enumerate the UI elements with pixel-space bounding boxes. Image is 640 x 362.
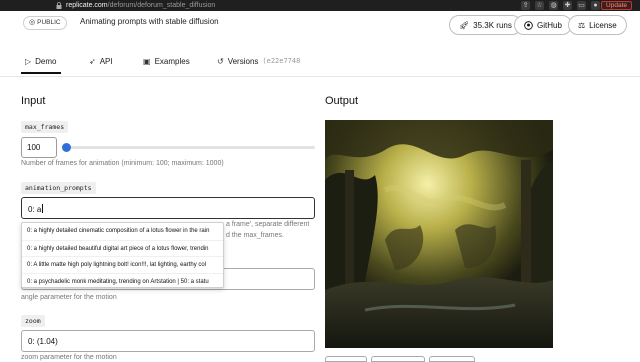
tab-divider — [0, 76, 640, 77]
model-header: ◎ PUBLIC Animating prompts with stable d… — [0, 11, 640, 43]
license-label: License — [589, 20, 617, 30]
tab-api-label: API — [99, 56, 113, 66]
text-caret — [42, 204, 44, 213]
tab-api[interactable]: ➶ API — [85, 52, 117, 70]
runs-label: 35.3K runs — [473, 20, 512, 30]
sidebar-icon[interactable]: ▭ — [577, 1, 586, 10]
animation-prompts-help-partial: a frame', separate different — [226, 221, 310, 228]
visibility-label: PUBLIC — [37, 19, 61, 26]
output-image — [325, 120, 553, 348]
animation-prompts-help-partial-2: d the max_frames. — [226, 232, 284, 239]
rocket-icon: ➶ — [89, 56, 96, 66]
globe-icon: ◎ — [29, 19, 36, 26]
tab-demo-label: Demo — [35, 56, 57, 66]
zoom-label: zoom — [21, 315, 45, 327]
input-heading: Input — [21, 95, 46, 107]
output-action-button[interactable] — [325, 356, 367, 362]
github-button[interactable]: GitHub — [514, 15, 572, 35]
output-action-button[interactable] — [429, 356, 475, 362]
animation-prompts-input[interactable]: 0: a — [21, 197, 315, 219]
max-frames-label: max_frames — [21, 121, 69, 133]
autocomplete-option[interactable]: 0: a highly detailed cinematic compositi… — [22, 223, 223, 240]
url-path: /deforum/deforum_stable_diffusion — [107, 2, 216, 9]
github-icon — [524, 20, 533, 30]
play-icon: ▷ — [25, 56, 32, 66]
version-hash: (e22e7748 — [262, 57, 301, 65]
license-button[interactable]: ⚖ License — [568, 15, 627, 35]
zoom-input[interactable]: 0: (1.04) — [21, 330, 315, 352]
max-frames-help: Number of frames for animation (minimum:… — [21, 160, 224, 167]
max-frames-input[interactable]: 100 — [21, 137, 57, 158]
extension-icon[interactable]: ◍ — [549, 1, 558, 10]
address-bar[interactable]: replicate.com/deforum/deforum_stable_dif… — [66, 0, 215, 11]
tab-versions-label: Versions — [227, 56, 259, 66]
output-heading: Output — [325, 95, 359, 107]
url-host: replicate.com — [66, 2, 108, 9]
github-label: GitHub — [537, 20, 562, 30]
image-icon: ▣ — [143, 56, 151, 66]
scale-icon: ⚖ — [578, 20, 586, 30]
autocomplete-option[interactable]: 0: a psychadelic monk meditating, trendi… — [22, 272, 223, 288]
animation-prompts-value: 0: a — [28, 205, 42, 214]
tab-demo[interactable]: ▷ Demo — [21, 52, 61, 74]
runs-button[interactable]: 🚀︎ 35.3K runs — [449, 15, 522, 35]
puzzle-icon[interactable]: ✚ — [563, 1, 572, 10]
visibility-badge: ◎ PUBLIC — [23, 16, 67, 30]
output-action-button[interactable] — [371, 356, 425, 362]
tab-examples[interactable]: ▣ Examples — [139, 52, 194, 70]
animation-prompts-label: animation_prompts — [21, 182, 96, 194]
autocomplete-option[interactable]: 0: A little matte high poly lightning bo… — [22, 256, 223, 273]
max-frames-slider-track[interactable] — [66, 146, 315, 149]
share-icon[interactable]: ⇪ — [521, 1, 530, 10]
rocket-icon: 🚀︎ — [459, 20, 470, 30]
browser-update-button[interactable]: Update — [601, 1, 632, 10]
tab-examples-label: Examples — [154, 56, 190, 66]
angle-help: angle parameter for the motion — [21, 294, 117, 301]
model-description: Animating prompts with stable diffusion — [80, 17, 219, 26]
lock-icon — [56, 2, 62, 9]
forest-painting-image — [325, 120, 553, 348]
profile-icon[interactable]: ● — [591, 1, 600, 10]
max-frames-slider-thumb[interactable] — [62, 143, 71, 152]
model-tabs: ▷ Demo ➶ API ▣ Examples ↺ Versions (e22e… — [21, 52, 300, 74]
browser-toolbar: replicate.com/deforum/deforum_stable_dif… — [0, 0, 640, 11]
tab-versions[interactable]: ↺ Versions (e22e7748 — [213, 52, 304, 70]
history-icon: ↺ — [217, 56, 224, 66]
autocomplete-dropdown: 0: a highly detailed cinematic compositi… — [21, 222, 224, 288]
autocomplete-option[interactable]: 0: a highly detailed beautiful digital a… — [22, 239, 223, 257]
bookmark-star-icon[interactable]: ☆ — [535, 1, 544, 10]
